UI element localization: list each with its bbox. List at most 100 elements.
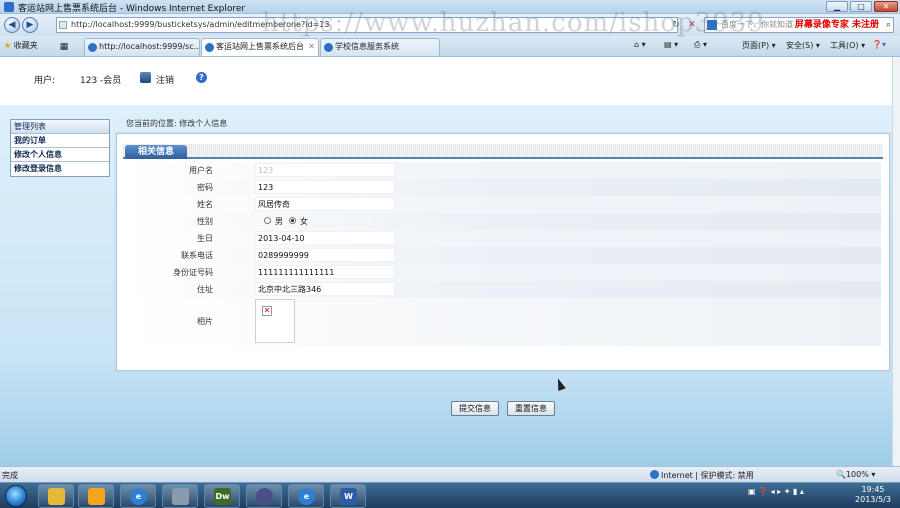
print-icon[interactable]: ⎙ ▾	[694, 40, 707, 50]
form-row-gender: 性别 男 女	[125, 213, 881, 230]
taskbar-notes[interactable]	[78, 484, 114, 508]
ie-icon: e	[130, 488, 147, 505]
web-page: 用户: 123 -会员 注销 ? 管理列表 我的订单 修改个人信息 修改登录信息…	[0, 57, 892, 466]
taskbar-dreamweaver[interactable]: Dw	[204, 484, 240, 508]
birthday-label: 生日	[197, 234, 213, 243]
phone-label: 联系电话	[181, 251, 213, 260]
form-row-name: 姓名 风居传奇	[125, 196, 881, 213]
start-button[interactable]	[5, 485, 27, 507]
taskbar-explorer[interactable]	[38, 484, 74, 508]
star-icon: ★	[4, 41, 12, 50]
tools-icon	[172, 488, 189, 505]
quick-tabs-icon[interactable]: ▦	[58, 41, 70, 53]
gender-male-label: 男	[275, 217, 283, 226]
form-row-address: 住址 北京中北三路346	[125, 281, 881, 298]
tab-label: 学校信息服务系统	[335, 42, 399, 51]
logout-icon[interactable]	[140, 72, 151, 83]
status-bar: 完成 Internet | 保护模式: 禁用 🔍100% ▾	[0, 466, 900, 482]
close-window-button[interactable]: ✕	[874, 1, 898, 12]
logout-link[interactable]: 注销	[156, 73, 174, 86]
system-tray[interactable]: ▣ ❓ ◂ ▸ ✦ ▮ ▴	[748, 487, 804, 496]
tools-menu[interactable]: 工具(O) ▾	[830, 40, 865, 51]
profile-form-panel: 相关信息 用户名 123 密码 123 姓名 风居传奇 性别 男 女 生日 20…	[116, 133, 890, 416]
tab-localhost[interactable]: http://localhost:9999/sc...	[84, 38, 200, 56]
gender-female-label: 女	[300, 217, 308, 226]
form-row-birthday: 生日 2013-04-10	[125, 230, 881, 247]
address-field[interactable]: 北京中北三路346	[255, 282, 395, 296]
form-row-photo: 相片	[125, 298, 881, 346]
zoom-level[interactable]: 🔍100% ▾	[836, 470, 875, 479]
help-icon[interactable]: ❓▾	[872, 40, 886, 49]
ie-tab-icon	[205, 43, 214, 52]
page-icon	[59, 21, 67, 29]
safety-menu[interactable]: 安全(S) ▾	[786, 40, 820, 51]
form-row-phone: 联系电话 0289999999	[125, 247, 881, 264]
tab-label: http://localhost:9999/sc...	[99, 42, 200, 51]
username-label: 用户名	[189, 166, 213, 175]
gender-male-radio[interactable]	[264, 217, 271, 224]
taskbar-ie[interactable]: e	[120, 484, 156, 508]
ie-tab-icon	[324, 43, 333, 52]
vertical-scrollbar[interactable]	[892, 57, 900, 466]
panel-header: 相关信息	[123, 144, 883, 159]
menu-header: 管理列表	[11, 120, 109, 134]
tab-school-info[interactable]: 学校信息服务系统	[320, 38, 440, 56]
left-menu: 管理列表 我的订单 修改个人信息 修改登录信息	[10, 119, 110, 177]
gender-female-radio[interactable]	[289, 217, 296, 224]
feeds-icon[interactable]: ▤ ▾	[664, 40, 678, 49]
back-button[interactable]: ◀	[4, 17, 20, 33]
page-menu[interactable]: 页面(P) ▾	[742, 40, 776, 51]
phone-field[interactable]: 0289999999	[255, 248, 395, 262]
reset-button[interactable]: 重置信息	[507, 401, 555, 416]
broken-image-icon: ✕	[262, 306, 272, 316]
birthday-field[interactable]: 2013-04-10	[255, 231, 395, 245]
taskbar-tools[interactable]	[162, 484, 198, 508]
tab-bus-ticket-admin[interactable]: 客运站网上售票系统后台 ✕	[201, 38, 319, 56]
taskbar-clock[interactable]: 19:45 2013/5/3	[850, 485, 896, 505]
home-icon[interactable]: ⌂ ▾	[634, 40, 646, 49]
word-icon: W	[340, 488, 357, 505]
photo-label: 相片	[197, 317, 213, 326]
photo-image: ✕	[255, 299, 295, 343]
tab-label: 客运站网上售票系统后台	[216, 42, 304, 51]
menu-item-edit-profile[interactable]: 修改个人信息	[11, 148, 109, 162]
submit-button[interactable]: 提交信息	[451, 401, 499, 416]
favorites-label: 收藏夹	[13, 41, 38, 50]
menu-item-edit-login[interactable]: 修改登录信息	[11, 162, 109, 176]
menu-item-my-orders[interactable]: 我的订单	[11, 134, 109, 148]
password-label: 密码	[197, 183, 213, 192]
eclipse-icon	[256, 488, 273, 505]
idcard-label: 身份证号码	[173, 268, 213, 277]
watermark-text: https://www.huzhan.com/ishop3939	[262, 8, 765, 38]
form-row-username: 用户名 123	[125, 162, 881, 179]
name-field[interactable]: 风居传奇	[255, 197, 395, 211]
favorites-button[interactable]: ★ 收藏夹	[4, 40, 38, 51]
ie-app-icon	[4, 2, 14, 12]
taskbar-ie-2[interactable]: e	[288, 484, 324, 508]
password-field[interactable]: 123	[255, 180, 395, 194]
security-zone: Internet | 保护模式: 禁用	[650, 470, 754, 481]
taskbar-word[interactable]: W	[330, 484, 366, 508]
mouse-cursor-icon	[554, 376, 566, 392]
form-row-idcard: 身份证号码 111111111111111	[125, 264, 881, 281]
user-value: 123 -会员	[80, 76, 122, 86]
window-title: 客运站网上售票系统后台 - Windows Internet Explorer	[18, 4, 246, 14]
user-label: 用户:	[34, 76, 56, 86]
name-label: 姓名	[197, 200, 213, 209]
maximize-button[interactable]: □	[850, 1, 872, 12]
taskbar-eclipse[interactable]	[246, 484, 282, 508]
forward-button[interactable]: ▶	[22, 17, 38, 33]
search-icon[interactable]: ⌕	[886, 18, 891, 32]
idcard-field[interactable]: 111111111111111	[255, 265, 395, 279]
help-icon[interactable]: ?	[196, 72, 207, 83]
close-tab-icon[interactable]: ✕	[308, 39, 315, 55]
username-value: 123	[255, 163, 395, 177]
windows-taskbar: e Dw e W ▣ ❓ ◂ ▸ ✦ ▮ ▴ 19:45 2013/5/3	[0, 482, 900, 508]
globe-icon	[650, 470, 659, 479]
status-text: 完成	[2, 471, 18, 480]
sticky-notes-icon	[88, 488, 105, 505]
minimize-button[interactable]: ▁	[826, 1, 848, 12]
folder-icon	[48, 488, 65, 505]
breadcrumb: 您当前的位置: 修改个人信息	[126, 119, 228, 128]
address-label: 住址	[197, 285, 213, 294]
